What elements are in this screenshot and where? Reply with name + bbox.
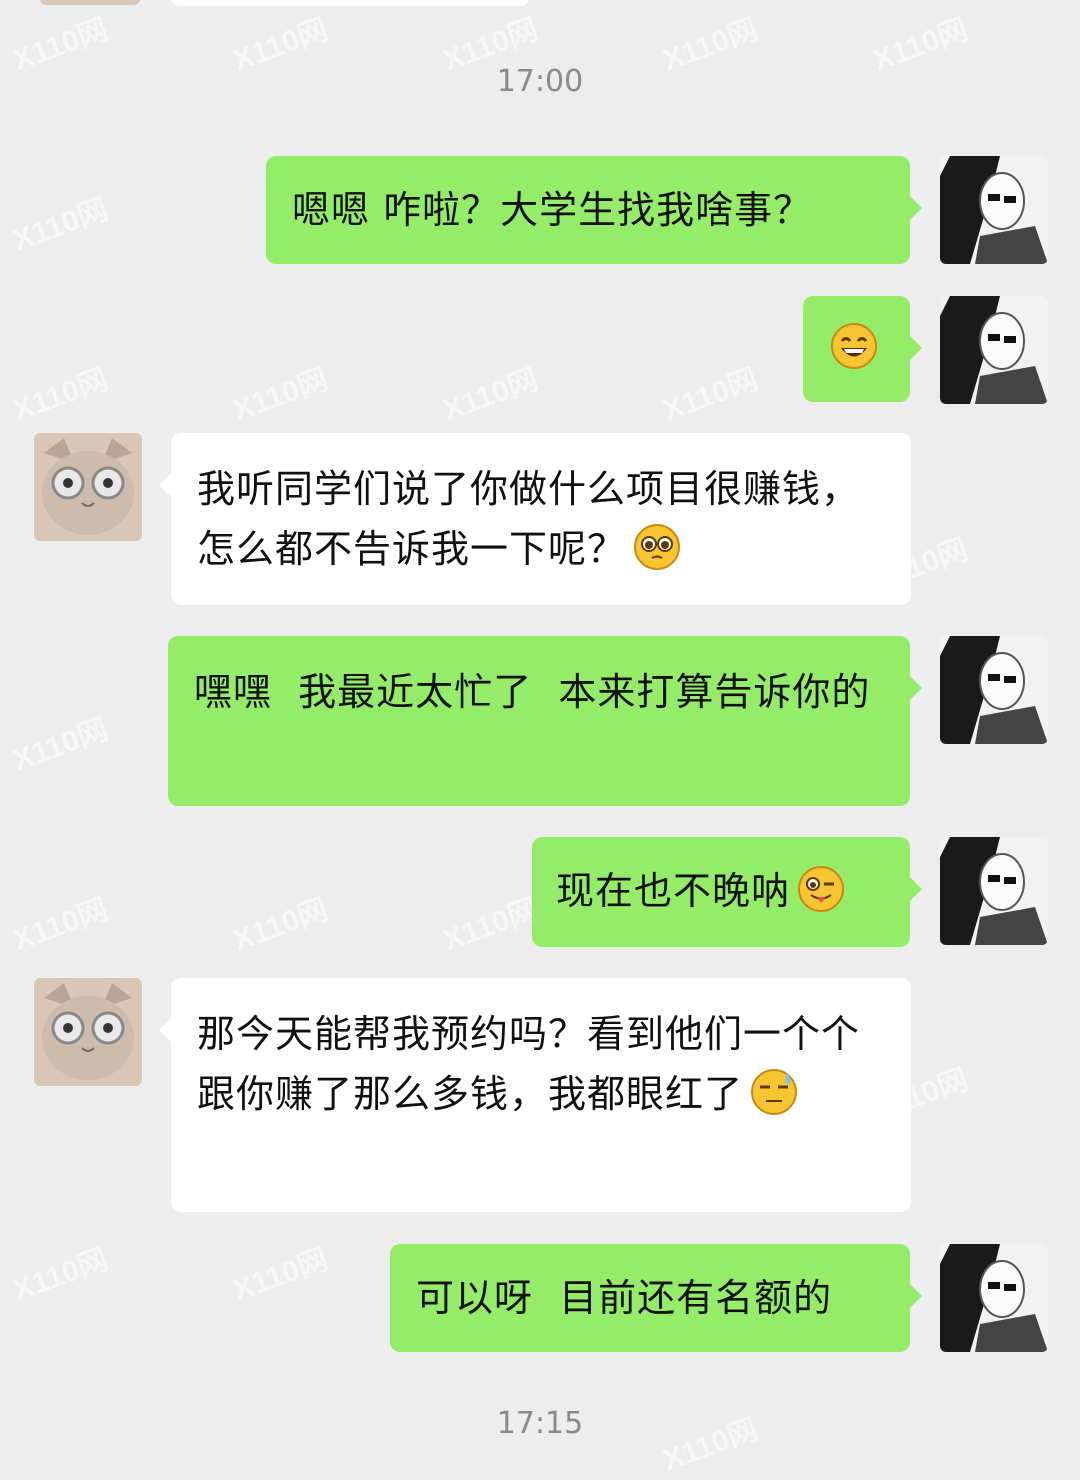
message-bubble-sent[interactable]: 现在也不晚呐 [532, 837, 922, 947]
woman-portrait-icon [940, 296, 1048, 404]
watermark: X110网 [8, 1242, 113, 1308]
woman-portrait-icon [940, 156, 1048, 264]
watermark: X110网 [8, 892, 113, 958]
message-text: 嘿嘿 我最近太忙了 本来打算告诉你的 [194, 670, 871, 714]
watermark: X110网 [8, 362, 113, 428]
woman-portrait-icon [940, 636, 1048, 744]
woman-portrait-icon [940, 837, 1048, 945]
my-avatar[interactable] [940, 837, 1048, 945]
message-bubble-sent[interactable]: 嗯嗯 咋啦？大学生找我啥事？ [266, 156, 922, 264]
sweat-face-emoji [749, 1067, 799, 1117]
timestamp: 17:15 [496, 1406, 584, 1441]
timestamp: 17:00 [496, 64, 584, 99]
cat-with-glasses-icon [34, 978, 142, 1086]
watermark: X110网 [438, 362, 543, 428]
my-avatar[interactable] [940, 156, 1048, 264]
watermark: X110网 [228, 892, 333, 958]
watermark: X110网 [438, 892, 543, 958]
message-bubble-received[interactable]: 我听同学们说了你做什么项目很赚钱，怎么都不告诉我一下呢？ [159, 433, 911, 605]
message-bubble-received[interactable]: 那今天能帮我预约吗？看到他们一个个跟你赚了那么多钱，我都眼红了 [159, 978, 911, 1212]
winking-tongue-emoji [796, 864, 846, 914]
message-text: 嗯嗯 咋啦？大学生找我啥事？ [292, 188, 813, 232]
watermark: X110网 [658, 362, 763, 428]
grinning-face-emoji [829, 321, 879, 371]
watermark: X110网 [228, 362, 333, 428]
watermark: X110网 [228, 1242, 333, 1308]
message-text: 我听同学们说了你做什么项目很赚钱，怎么都不告诉我一下呢？ [197, 467, 861, 571]
watermark: X110网 [8, 192, 113, 258]
woman-portrait-icon [940, 1244, 1048, 1352]
message-bubble-sent[interactable]: 可以呀 目前还有名额的 [390, 1244, 922, 1352]
contact-avatar[interactable] [34, 433, 142, 541]
message-text: 可以呀 目前还有名额的 [416, 1276, 833, 1320]
message-text: 现在也不晚呐 [556, 869, 791, 913]
message-bubble-sent[interactable]: 嘿嘿 我最近太忙了 本来打算告诉你的 [168, 636, 922, 806]
contact-avatar-partial[interactable] [40, 0, 140, 5]
my-avatar[interactable] [940, 1244, 1048, 1352]
my-avatar[interactable] [940, 296, 1048, 404]
message-bubble-sent[interactable] [803, 296, 922, 402]
message-bubble-partial[interactable] [170, 0, 530, 6]
my-avatar[interactable] [940, 636, 1048, 744]
watermark: X110网 [8, 712, 113, 778]
contact-avatar[interactable] [34, 978, 142, 1086]
cat-with-glasses-icon [34, 433, 142, 541]
pleading-face-emoji [632, 522, 682, 572]
